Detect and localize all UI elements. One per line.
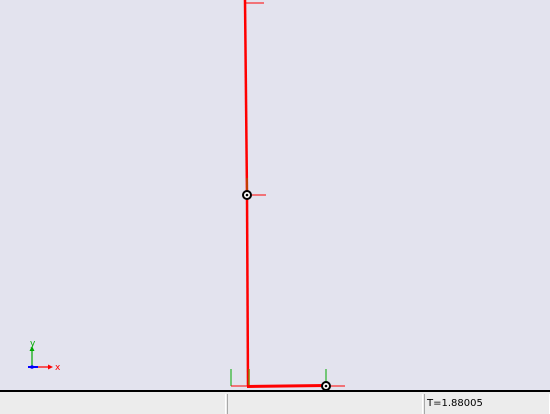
status-cell-mode xyxy=(227,394,423,414)
triad-x-label: x xyxy=(55,363,61,373)
status-bar: T=1.88005 xyxy=(0,390,550,414)
triad-y-label: y xyxy=(30,339,36,349)
end-joint-center xyxy=(324,384,328,388)
simulation-time-readout: T=1.88005 xyxy=(424,394,550,414)
simulation-window: y x T=1.88005 xyxy=(0,0,550,414)
middle-joint-center xyxy=(245,193,249,197)
triad-z-axis-marker xyxy=(30,365,34,369)
scene-canvas[interactable]: y x xyxy=(0,0,550,390)
lower-link xyxy=(245,194,250,387)
3d-viewport[interactable]: y x xyxy=(0,0,550,390)
viewport-background xyxy=(0,0,550,390)
status-cell-info xyxy=(0,394,226,414)
base-link xyxy=(246,384,327,388)
